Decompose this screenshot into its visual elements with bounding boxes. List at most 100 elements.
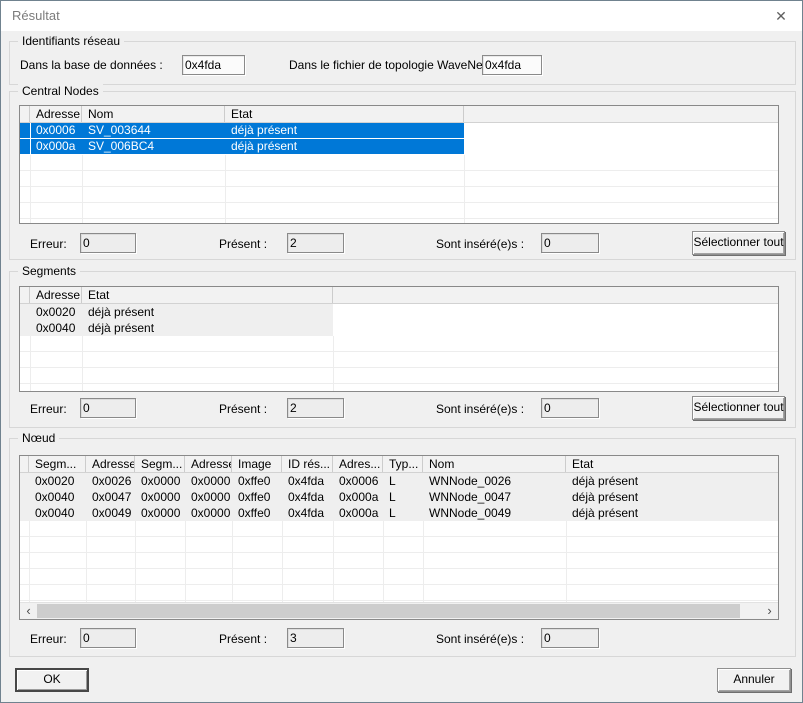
cell-id-reseau: 0x4fda	[282, 489, 333, 505]
cell-adresse-3: 0x000a	[333, 489, 383, 505]
cell-adresse-1: 0x0049	[86, 505, 135, 521]
cell-segment-2: 0x0000	[135, 489, 185, 505]
header-adresse-1[interactable]: Adresse	[86, 456, 135, 472]
cell-type: L	[383, 473, 423, 489]
header-adresse-2[interactable]: Adresse	[185, 456, 232, 472]
cell-selector	[20, 473, 29, 489]
header-etat[interactable]: Etat	[82, 287, 333, 303]
table-row[interactable]: 0x0040 0x0049 0x0000 0x0000 0xffe0 0x4fd…	[20, 505, 778, 521]
erreur-field[interactable]: 0	[80, 233, 136, 253]
cell-type: L	[383, 505, 423, 521]
header-nom[interactable]: Nom	[82, 106, 225, 122]
header-nom[interactable]: Nom	[423, 456, 566, 472]
table-row[interactable]: 0x0020 déjà présent	[20, 304, 778, 320]
scroll-right-arrow[interactable]: ›	[761, 603, 778, 619]
empty-grid	[20, 521, 778, 602]
header-adresse[interactable]: Adresse	[30, 106, 82, 122]
cell-segment-2: 0x0000	[135, 505, 185, 521]
cell-etat: déjà présent	[566, 473, 638, 489]
cancel-button[interactable]: Annuler	[717, 668, 791, 692]
insere-field[interactable]: 0	[541, 233, 599, 253]
cell-adresse: 0x0020	[30, 304, 82, 320]
cell-etat: déjà présent	[225, 123, 464, 138]
result-dialog: Résultat ✕ Identifiants réseau Dans la b…	[0, 0, 803, 703]
header-filler	[464, 106, 778, 122]
cell-adresse-2: 0x0000	[185, 489, 232, 505]
present-label: Présent :	[219, 632, 267, 647]
cell-adresse: 0x0006	[30, 123, 82, 138]
table-row-selected[interactable]: 0x0006 SV_003644 déjà présent	[20, 123, 778, 139]
group-segments-label: Segments	[18, 264, 80, 279]
header-etat[interactable]: Etat	[225, 106, 464, 122]
present-field[interactable]: 2	[287, 398, 344, 418]
noeud-header: Segm... Adresse Segm... Adresse Image ID…	[20, 456, 778, 473]
table-row[interactable]: 0x0040 0x0047 0x0000 0x0000 0xffe0 0x4fd…	[20, 489, 778, 505]
empty-grid	[20, 336, 778, 391]
ok-button[interactable]: OK	[15, 668, 89, 692]
cell-nom: SV_003644	[82, 123, 225, 138]
table-row-selected[interactable]: 0x000a SV_006BC4 déjà présent	[20, 139, 778, 155]
cell-adresse: 0x000a	[30, 139, 82, 154]
present-label: Présent :	[219, 237, 267, 252]
select-all-central-button[interactable]: Sélectionner tout	[692, 231, 785, 255]
header-segment-1[interactable]: Segm...	[29, 456, 86, 472]
insere-field[interactable]: 0	[541, 398, 599, 418]
group-central-nodes: Central Nodes Adresse Nom Etat 0x0006 SV…	[9, 91, 796, 260]
header-selector[interactable]	[20, 106, 30, 122]
cell-selector	[20, 123, 30, 138]
erreur-field[interactable]: 0	[80, 398, 136, 418]
group-noeud-label: Nœud	[18, 431, 59, 446]
cell-selector	[20, 505, 29, 521]
cell-image: 0xffe0	[232, 473, 282, 489]
present-field[interactable]: 3	[287, 628, 344, 648]
table-row[interactable]: 0x0020 0x0026 0x0000 0x0000 0xffe0 0x4fd…	[20, 473, 778, 489]
cell-nom: SV_006BC4	[82, 139, 225, 154]
close-icon: ✕	[775, 8, 787, 24]
insere-field[interactable]: 0	[541, 628, 599, 648]
segments-header: Adresse Etat	[20, 287, 778, 304]
header-adresse[interactable]: Adresse	[30, 287, 82, 303]
group-noeud: Nœud Segm... Adresse Segm... Adresse Ima…	[9, 438, 796, 657]
present-field[interactable]: 2	[287, 233, 344, 253]
cell-adresse-1: 0x0047	[86, 489, 135, 505]
central-nodes-table: Adresse Nom Etat 0x0006 SV_003644 déjà p…	[19, 105, 779, 224]
header-id-reseau[interactable]: ID rés...	[282, 456, 333, 472]
topo-label: Dans le fichier de topologie WaveNet :	[289, 58, 493, 73]
header-etat[interactable]: Etat	[566, 456, 778, 472]
header-image[interactable]: Image	[232, 456, 282, 472]
cell-adresse-3: 0x0006	[333, 473, 383, 489]
insere-label: Sont inséré(e)s :	[436, 632, 524, 647]
erreur-label: Erreur:	[30, 237, 67, 252]
title-bar: Résultat ✕	[1, 1, 802, 31]
scroll-left-arrow[interactable]: ‹	[20, 603, 37, 619]
cell-nom: WNNode_0047	[423, 489, 566, 505]
select-all-segments-button[interactable]: Sélectionner tout	[692, 396, 785, 420]
scrollbar-thumb[interactable]	[37, 604, 740, 618]
close-button[interactable]: ✕	[765, 3, 797, 29]
header-adresse-3[interactable]: Adres...	[333, 456, 383, 472]
cell-nom: WNNode_0049	[423, 505, 566, 521]
cell-adresse-2: 0x0000	[185, 505, 232, 521]
header-type[interactable]: Typ...	[383, 456, 423, 472]
segments-table: Adresse Etat 0x0020 déjà présent 0x0040 …	[19, 286, 779, 392]
header-selector[interactable]	[20, 287, 30, 303]
insere-label: Sont inséré(e)s :	[436, 237, 524, 252]
insere-label: Sont inséré(e)s :	[436, 402, 524, 417]
db-value-field[interactable]: 0x4fda	[182, 55, 245, 75]
header-selector[interactable]	[20, 456, 29, 472]
table-row[interactable]: 0x0040 déjà présent	[20, 320, 778, 336]
erreur-field[interactable]: 0	[80, 628, 136, 648]
cell-etat: déjà présent	[82, 320, 333, 336]
group-central-nodes-label: Central Nodes	[18, 84, 103, 99]
header-filler	[333, 287, 778, 303]
group-identifiants-reseau: Identifiants réseau Dans la base de donn…	[9, 41, 796, 85]
header-segment-2[interactable]: Segm...	[135, 456, 185, 472]
topo-value-field[interactable]: 0x4fda	[482, 55, 542, 75]
cell-segment-1: 0x0040	[29, 489, 86, 505]
cell-segment-1: 0x0020	[29, 473, 86, 489]
cell-adresse-2: 0x0000	[185, 473, 232, 489]
cell-image: 0xffe0	[232, 489, 282, 505]
horizontal-scrollbar[interactable]: ‹ ›	[20, 602, 778, 619]
cell-image: 0xffe0	[232, 505, 282, 521]
cell-adresse-1: 0x0026	[86, 473, 135, 489]
